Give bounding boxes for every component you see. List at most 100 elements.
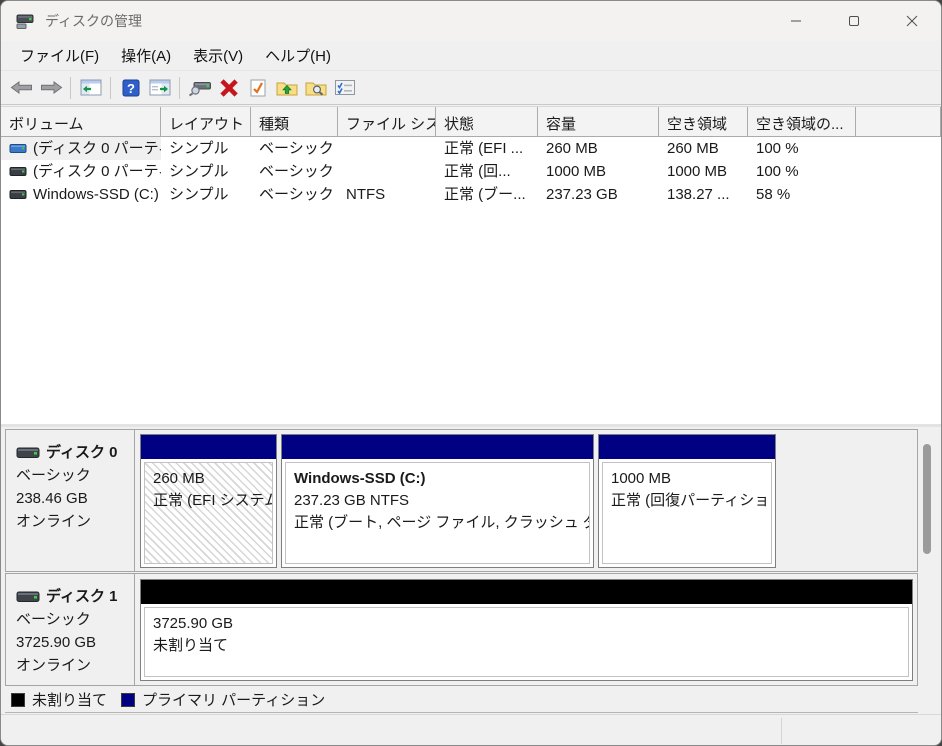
minimize-button[interactable]	[767, 1, 825, 41]
toolbar-separator	[110, 77, 111, 99]
layout-cell: シンプル	[161, 183, 251, 206]
menu-file[interactable]: ファイル(F)	[9, 41, 110, 70]
disk-status: オンライン	[16, 654, 134, 677]
column-header-status[interactable]: 状態	[436, 107, 538, 136]
partition-type-bar	[599, 435, 775, 459]
region-body: 3725.90 GB 未割り当て	[144, 607, 909, 677]
vertical-scrollbar-thumb[interactable]	[923, 444, 931, 554]
disk-icon	[16, 446, 41, 460]
free-space-cell: 138.27 ...	[659, 183, 748, 206]
maximize-icon	[848, 15, 860, 27]
primary-partition-swatch	[121, 693, 135, 707]
graphical-view: ディスク 0 ベーシック 238.46 GB オンライン 260 MB 正常 (…	[1, 427, 941, 714]
partition-body: 260 MB 正常 (EFI システム パ	[144, 462, 273, 564]
back-button[interactable]	[7, 74, 36, 101]
region-capacity: 3725.90 GB	[153, 613, 908, 635]
title-bar[interactable]: ディスクの管理	[1, 1, 941, 41]
delete-volume-button[interactable]	[214, 74, 243, 101]
capacity-cell: 1000 MB	[538, 160, 659, 183]
menu-help[interactable]: ヘルプ(H)	[254, 41, 342, 70]
window-title: ディスクの管理	[45, 11, 142, 31]
disk-status: オンライン	[16, 510, 134, 533]
volume-name-cell: Windows-SSD (C:)	[1, 183, 161, 206]
window-controls	[767, 1, 941, 41]
disk-name: ディスク 0	[46, 441, 117, 464]
properties-list-icon	[334, 79, 356, 96]
filesystem-cell	[338, 137, 436, 160]
status-bar-divider	[781, 718, 782, 744]
capacity-cell: 237.23 GB	[538, 183, 659, 206]
free-space-cell: 1000 MB	[659, 160, 748, 183]
volume-name: (ディスク 0 パーティ...	[33, 137, 161, 160]
toolbar-separator	[70, 77, 71, 99]
rescan-disks-button[interactable]	[185, 74, 214, 101]
filesystem-cell: NTFS	[338, 183, 436, 206]
volume-icon	[9, 166, 27, 178]
filesystem-cell	[338, 160, 436, 183]
volume-list-header: ボリューム レイアウト 種類 ファイル シス... 状態 容量 空き領域 空き領…	[1, 106, 941, 137]
disk-management-app-icon[interactable]	[15, 13, 35, 30]
show-action-pane-button[interactable]	[145, 74, 174, 101]
show-console-tree-icon	[80, 79, 102, 96]
disk-type: ベーシック	[16, 608, 134, 631]
volume-list: ボリューム レイアウト 種類 ファイル シス... 状態 容量 空き領域 空き領…	[1, 106, 941, 424]
disk-name: ディスク 1	[46, 585, 117, 608]
disk-0-row: ディスク 0 ベーシック 238.46 GB オンライン 260 MB 正常 (…	[5, 429, 918, 572]
partition-efi-system[interactable]: 260 MB 正常 (EFI システム パ	[140, 434, 277, 568]
change-drive-letter-button[interactable]	[272, 74, 301, 101]
disk-1-info[interactable]: ディスク 1 ベーシック 3725.90 GB オンライン	[6, 574, 135, 685]
toolbar-separator	[179, 77, 180, 99]
close-button[interactable]	[883, 1, 941, 41]
partition-type-bar	[282, 435, 593, 459]
explore-button[interactable]	[301, 74, 330, 101]
column-header-free-space[interactable]: 空き領域	[659, 107, 748, 136]
free-space-cell: 260 MB	[659, 137, 748, 160]
disk-size: 3725.90 GB	[16, 631, 134, 654]
partition-recovery[interactable]: 1000 MB 正常 (回復パーティション)	[598, 434, 776, 568]
folder-up-icon	[276, 79, 298, 97]
column-header-type[interactable]: 種類	[251, 107, 338, 136]
column-header-percent-free[interactable]: 空き領域の...	[748, 107, 856, 136]
capacity-cell: 260 MB	[538, 137, 659, 160]
column-header-layout[interactable]: レイアウト	[161, 107, 251, 136]
region-unallocated[interactable]: 3725.90 GB 未割り当て	[140, 579, 913, 681]
legend: 未割り当て プライマリ パーティション	[5, 687, 918, 713]
volume-name: (ディスク 0 パーティ...	[33, 160, 161, 183]
partition-type-bar	[141, 435, 276, 459]
partition-windows-ssd-c[interactable]: Windows-SSD (C:) 237.23 GB NTFS 正常 (ブート,…	[281, 434, 594, 568]
partition-body: 1000 MB 正常 (回復パーティション)	[602, 462, 772, 564]
volume-name-cell: (ディスク 0 パーティ...	[1, 160, 161, 183]
percent-free-cell: 100 %	[748, 160, 856, 183]
show-console-tree-button[interactable]	[76, 74, 105, 101]
column-header-filesystem[interactable]: ファイル シス...	[338, 107, 436, 136]
maximize-button[interactable]	[825, 1, 883, 41]
region-type-bar	[141, 580, 912, 604]
disk-1-row: ディスク 1 ベーシック 3725.90 GB オンライン 3725.90 GB…	[5, 573, 918, 686]
partition-capacity: 260 MB	[153, 468, 272, 490]
properties-button[interactable]	[330, 74, 359, 101]
menu-action[interactable]: 操作(A)	[110, 41, 182, 70]
partition-status: 正常 (EFI システム パ	[153, 490, 272, 512]
volume-row-windows-ssd[interactable]: Windows-SSD (C:) シンプル ベーシック NTFS 正常 (ブー.…	[1, 183, 941, 206]
menu-view[interactable]: 表示(V)	[182, 41, 254, 70]
type-cell: ベーシック	[251, 137, 338, 160]
help-button[interactable]: ?	[116, 74, 145, 101]
mark-partition-button[interactable]	[243, 74, 272, 101]
disk-size: 238.46 GB	[16, 487, 134, 510]
disk-0-info[interactable]: ディスク 0 ベーシック 238.46 GB オンライン	[6, 430, 135, 571]
column-header-volume[interactable]: ボリューム	[1, 107, 161, 136]
back-icon	[10, 79, 34, 96]
column-header-extra[interactable]	[856, 107, 941, 136]
partition-body: Windows-SSD (C:) 237.23 GB NTFS 正常 (ブート,…	[285, 462, 590, 564]
percent-free-cell: 100 %	[748, 137, 856, 160]
volume-row-recovery-partition[interactable]: (ディスク 0 パーティ... シンプル ベーシック 正常 (回... 1000…	[1, 160, 941, 183]
partition-status: 正常 (回復パーティション)	[611, 490, 771, 512]
layout-cell: シンプル	[161, 137, 251, 160]
svg-text:?: ?	[127, 81, 135, 96]
volume-row-efi-partition[interactable]: (ディスク 0 パーティ... シンプル ベーシック 正常 (EFI ... 2…	[1, 137, 941, 160]
forward-button[interactable]	[36, 74, 65, 101]
status-bar	[1, 714, 941, 746]
column-header-capacity[interactable]: 容量	[538, 107, 659, 136]
disk-type: ベーシック	[16, 464, 134, 487]
rescan-disks-icon	[188, 79, 212, 97]
